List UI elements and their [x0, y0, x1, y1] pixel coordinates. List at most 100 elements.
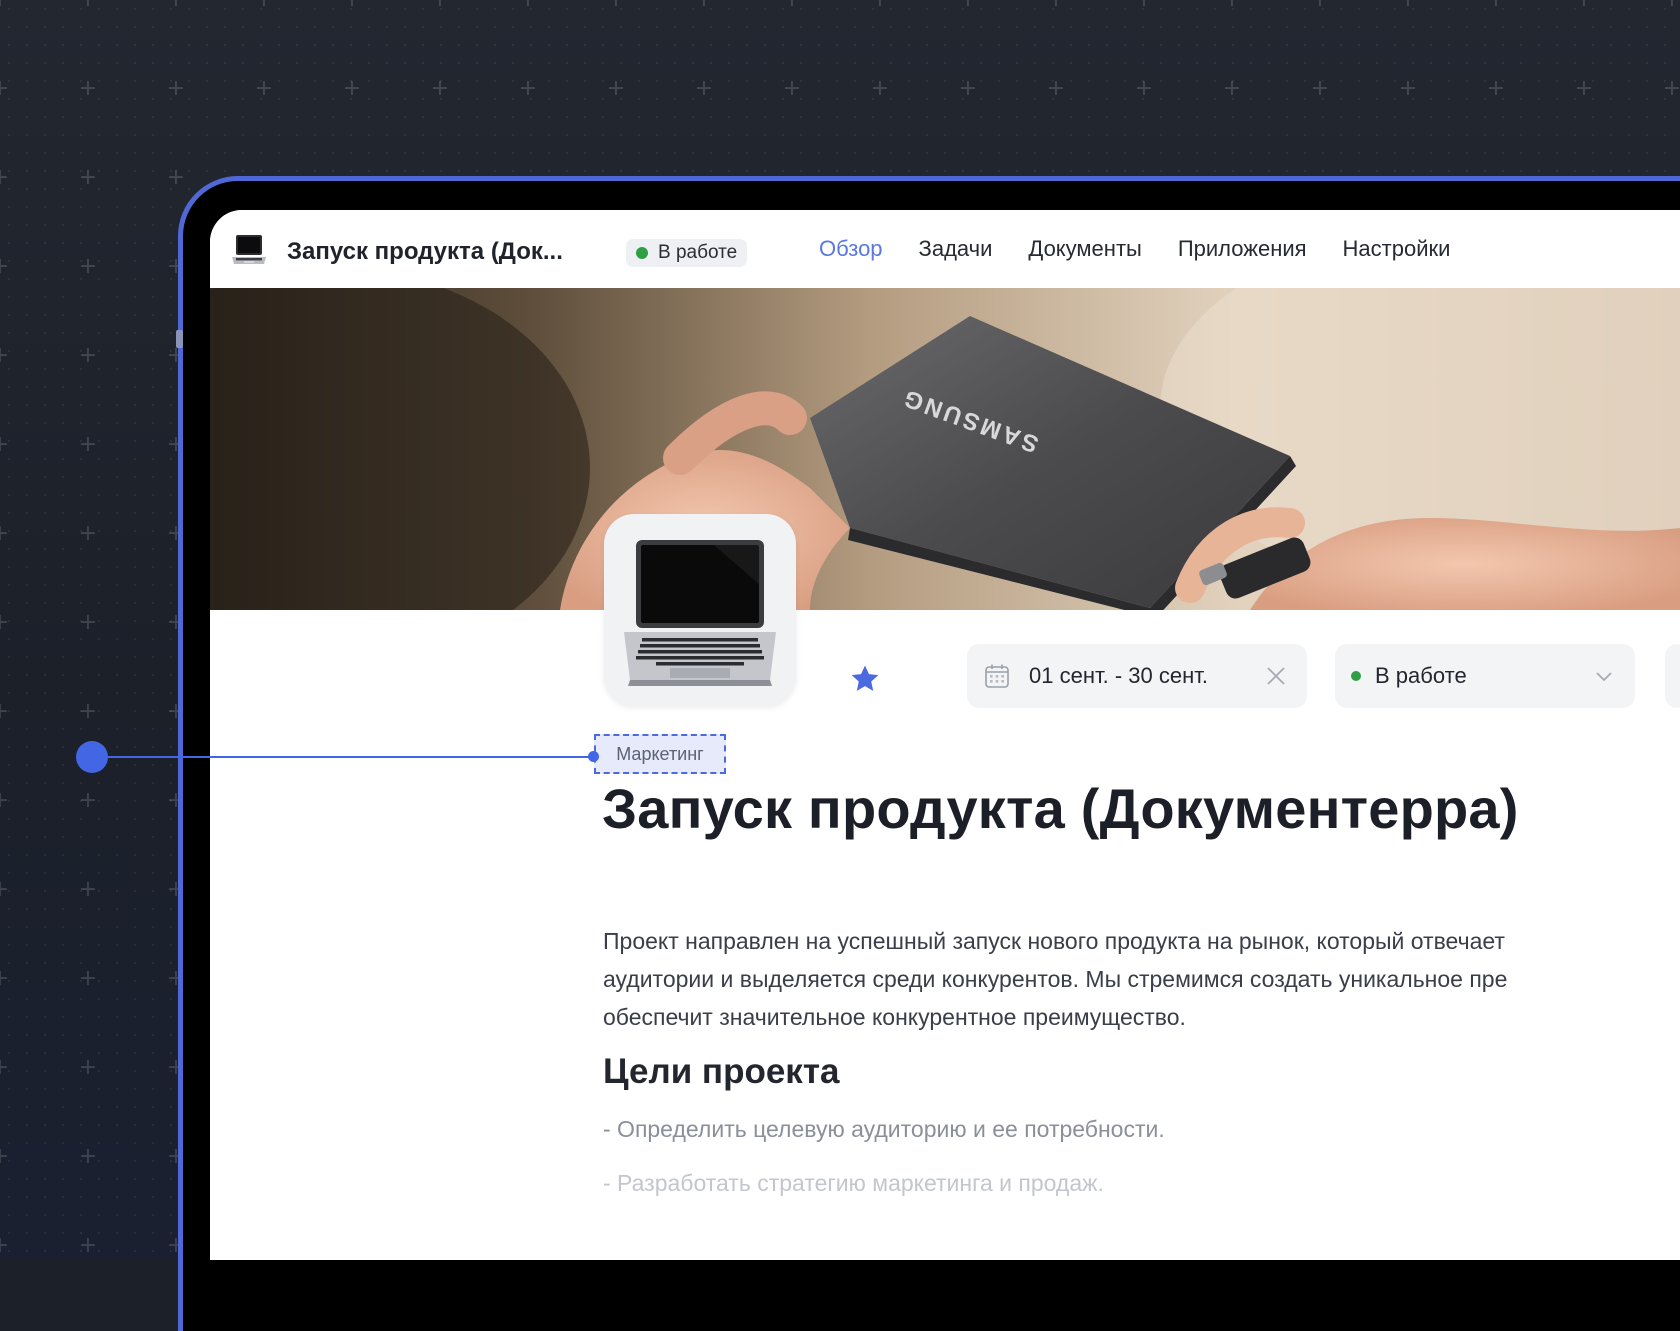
plus-marker: +: [1399, 0, 1417, 11]
plus-marker: +: [518, 76, 538, 101]
plus-marker: +: [254, 76, 274, 101]
plus-marker: +: [870, 76, 890, 101]
plus-marker: +: [1222, 76, 1242, 101]
plus-marker: +: [519, 0, 537, 11]
top-bar: Запуск продукта (Док... В работе Обзор З…: [210, 210, 1680, 288]
plus-marker: +: [1223, 0, 1241, 11]
plus-marker: +: [0, 345, 9, 367]
app-screen: Запуск продукта (Док... В работе Обзор З…: [210, 210, 1680, 1260]
plus-marker: +: [343, 0, 361, 11]
plus-marker: +: [0, 167, 9, 189]
category-tag[interactable]: Маркетинг: [594, 734, 726, 774]
plus-marker: +: [78, 254, 98, 279]
plus-marker: +: [1487, 0, 1505, 11]
plus-marker: +: [1486, 76, 1506, 101]
plus-marker: +: [0, 701, 9, 723]
plus-marker: +: [1310, 76, 1330, 101]
status-select-value: В работе: [1375, 663, 1467, 688]
plus-marker: +: [1574, 76, 1594, 101]
close-icon[interactable]: [1265, 665, 1287, 687]
annotation-anchor: [588, 751, 599, 762]
plus-marker: +: [0, 968, 9, 990]
plus-marker: +: [1311, 0, 1329, 11]
status-select[interactable]: В работе: [1335, 644, 1635, 708]
plus-marker: +: [1046, 76, 1066, 101]
goal-item: - Определить целевую аудиторию и ее потр…: [603, 1116, 1165, 1142]
plus-marker: +: [958, 76, 978, 101]
goal-item: - Разработать стратегию маркетинга и про…: [603, 1170, 1104, 1196]
toolbar-extra-control[interactable]: [1665, 644, 1680, 708]
tab-documents[interactable]: Документы: [1028, 236, 1141, 262]
plus-marker: +: [1134, 76, 1154, 101]
chevron-down-icon: [1596, 672, 1612, 682]
plus-marker: +: [78, 432, 98, 457]
favorite-star-icon[interactable]: [848, 662, 882, 696]
goals-heading: Цели проекта: [603, 1052, 840, 1091]
project-description: Проект направлен на успешный запуск ново…: [603, 922, 1680, 1036]
plus-marker: +: [1663, 0, 1680, 11]
project-cover-thumbnail[interactable]: [604, 514, 796, 706]
plus-marker: +: [166, 165, 186, 190]
plus-marker: +: [1575, 0, 1593, 11]
laptop-icon: [624, 540, 776, 686]
plus-marker: +: [78, 343, 98, 368]
project-title-short: Запуск продукта (Док...: [287, 238, 563, 265]
plus-marker: +: [0, 1235, 9, 1257]
annotation-handle[interactable]: [76, 741, 108, 773]
tab-settings[interactable]: Настройки: [1343, 236, 1451, 262]
plus-marker: +: [871, 0, 889, 11]
plus-marker: +: [0, 78, 9, 100]
tab-apps[interactable]: Приложения: [1178, 236, 1307, 262]
plus-marker: +: [1047, 0, 1065, 11]
plus-marker: +: [78, 788, 98, 813]
plus-marker: +: [0, 790, 9, 812]
plus-marker: +: [430, 76, 450, 101]
plus-marker: +: [78, 610, 98, 635]
plus-marker: +: [78, 521, 98, 546]
plus-marker: +: [78, 1233, 98, 1258]
date-range-value: 01 сент. - 30 сент.: [1029, 663, 1208, 688]
plus-marker: +: [78, 877, 98, 902]
plus-marker: +: [782, 76, 802, 101]
status-badge-label: В работе: [658, 242, 738, 263]
plus-marker: +: [78, 1055, 98, 1080]
plus-marker: +: [78, 966, 98, 991]
plus-marker: +: [255, 0, 273, 11]
plus-marker: +: [0, 256, 9, 278]
plus-marker: +: [78, 1144, 98, 1169]
description-line: обеспечит значительное конкурентное преи…: [603, 1004, 1186, 1030]
plus-marker: +: [783, 0, 801, 11]
nav-tabs: Обзор Задачи Документы Приложения Настро…: [819, 236, 1450, 262]
cover-banner[interactable]: SAMSUNG: [210, 288, 1680, 610]
status-dot: [1351, 671, 1361, 681]
plus-marker: +: [0, 523, 9, 545]
tab-overview[interactable]: Обзор: [819, 236, 883, 262]
plus-marker: +: [78, 165, 98, 190]
plus-marker: +: [695, 0, 713, 11]
description-line: Проект направлен на успешный запуск ново…: [603, 928, 1505, 954]
plus-marker: +: [78, 699, 98, 724]
tab-tasks[interactable]: Задачи: [919, 236, 993, 262]
plus-marker: +: [78, 76, 98, 101]
plus-marker: +: [1662, 76, 1680, 101]
plus-marker: +: [694, 76, 714, 101]
plus-marker: +: [431, 0, 449, 11]
status-dot: [636, 247, 648, 259]
description-line: аудитории и выделяется среди конкурентов…: [603, 966, 1508, 992]
device-side-button: [176, 330, 183, 348]
plus-marker: +: [79, 0, 97, 11]
annotation-line: [90, 756, 593, 758]
plus-marker: +: [606, 76, 626, 101]
date-range-picker[interactable]: 01 сент. - 30 сент.: [967, 644, 1307, 708]
plus-marker: +: [1398, 76, 1418, 101]
plus-marker: +: [0, 0, 9, 11]
plus-marker: +: [0, 879, 9, 901]
plus-marker: +: [1135, 0, 1153, 11]
plus-marker: +: [607, 0, 625, 11]
status-badge[interactable]: В работе: [626, 239, 748, 267]
plus-marker: +: [342, 76, 362, 101]
laptop-icon: [232, 235, 266, 264]
calendar-icon: [985, 664, 1009, 688]
plus-marker: +: [0, 612, 9, 634]
plus-marker: +: [959, 0, 977, 11]
